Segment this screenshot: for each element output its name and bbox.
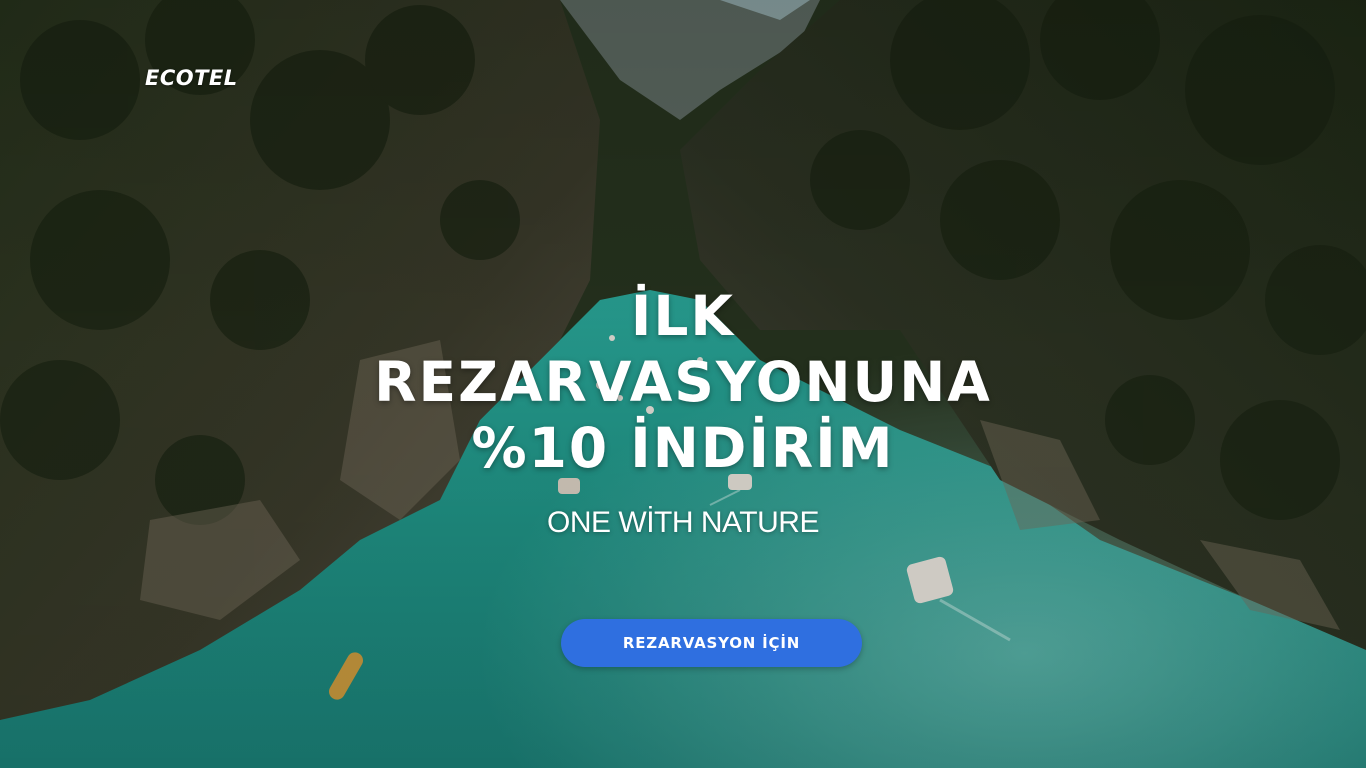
logo[interactable]: ECOTEL <box>145 66 238 90</box>
headline-line-3: %10 İNDİRİM <box>471 416 895 480</box>
reservation-button[interactable]: REZARVASYON İÇİN <box>561 619 862 667</box>
hero-headline: İLK REZARVASYONUNA %10 İNDİRİM <box>0 283 1366 481</box>
headline-line-2: REZARVASYONUNA <box>374 350 992 414</box>
hero-tagline: ONE WİTH NATURE <box>547 506 819 539</box>
headline-line-1: İLK <box>630 284 736 348</box>
